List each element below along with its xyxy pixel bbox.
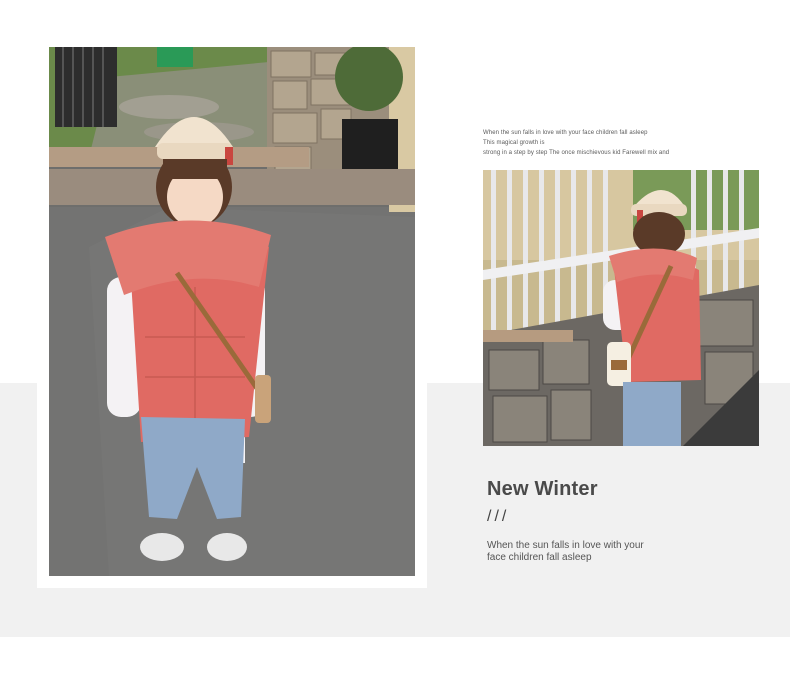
intro-text: When the sun falls in love with your fac… <box>483 128 773 158</box>
description-line-1: When the sun falls in love with your <box>487 540 644 551</box>
section-title: New Winter <box>487 478 598 500</box>
intro-line-3: strong in a step by step The once mischi… <box>483 150 670 156</box>
divider-slashes: /// <box>487 508 510 525</box>
intro-line-1: When the sun falls in love with your fac… <box>483 130 648 136</box>
description-line-2: face children fall asleep <box>487 552 592 563</box>
product-photo-front <box>49 47 415 576</box>
intro-line-2: This magical growth is <box>483 140 545 146</box>
description-text: When the sun falls in love with your fac… <box>487 540 707 564</box>
product-photo-back <box>483 170 759 446</box>
